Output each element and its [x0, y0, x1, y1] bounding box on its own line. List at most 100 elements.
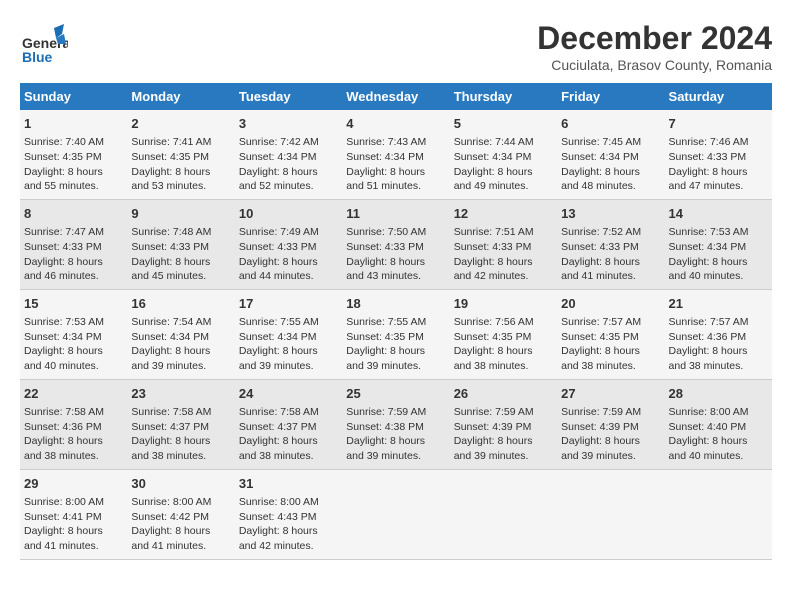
- calendar-cell: 28 Sunrise: 8:00 AMSunset: 4:40 PMDayligh…: [665, 379, 772, 469]
- cell-info: Sunset: 4:34 PM: [346, 150, 445, 165]
- cell-info: and 52 minutes.: [239, 179, 338, 194]
- cell-info: Sunrise: 7:52 AM: [561, 225, 660, 240]
- cell-info: and 38 minutes.: [131, 449, 230, 464]
- cell-info: Sunset: 4:38 PM: [346, 420, 445, 435]
- cell-info: Sunset: 4:41 PM: [24, 510, 123, 525]
- cell-info: and 39 minutes.: [561, 449, 660, 464]
- cell-info: Sunrise: 8:00 AM: [24, 495, 123, 510]
- week-row-3: 15Sunrise: 7:53 AMSunset: 4:34 PMDayligh…: [20, 289, 772, 379]
- page-header: General Blue December 2024 Cuciulata, Br…: [20, 20, 772, 73]
- calendar-cell: [342, 469, 449, 559]
- day-number: 3: [239, 115, 338, 133]
- cell-info: Sunrise: 7:58 AM: [239, 405, 338, 420]
- calendar-cell: 10Sunrise: 7:49 AMSunset: 4:33 PMDayligh…: [235, 199, 342, 289]
- cell-info: Sunset: 4:36 PM: [669, 330, 768, 345]
- day-number: 14: [669, 205, 768, 223]
- calendar-cell: 21Sunrise: 7:57 AMSunset: 4:36 PMDayligh…: [665, 289, 772, 379]
- day-number: 16: [131, 295, 230, 313]
- calendar-cell: 5Sunrise: 7:44 AMSunset: 4:34 PMDaylight…: [450, 110, 557, 199]
- day-number: 8: [24, 205, 123, 223]
- day-number: 10: [239, 205, 338, 223]
- cell-info: Sunset: 4:33 PM: [561, 240, 660, 255]
- day-number: 4: [346, 115, 445, 133]
- cell-info: Sunrise: 7:59 AM: [561, 405, 660, 420]
- cell-info: and 45 minutes.: [131, 269, 230, 284]
- calendar-cell: 15Sunrise: 7:53 AMSunset: 4:34 PMDayligh…: [20, 289, 127, 379]
- column-header-sunday: Sunday: [20, 83, 127, 110]
- calendar-cell: 2Sunrise: 7:41 AMSunset: 4:35 PMDaylight…: [127, 110, 234, 199]
- cell-info: Sunrise: 7:55 AM: [346, 315, 445, 330]
- cell-info: and 38 minutes.: [454, 359, 553, 374]
- calendar-cell: 29Sunrise: 8:00 AMSunset: 4:41 PMDayligh…: [20, 469, 127, 559]
- cell-info: Daylight: 8 hours: [669, 434, 768, 449]
- day-number: 31: [239, 475, 338, 493]
- cell-info: Daylight: 8 hours: [454, 255, 553, 270]
- cell-info: and 41 minutes.: [561, 269, 660, 284]
- cell-info: Sunset: 4:37 PM: [131, 420, 230, 435]
- cell-info: Daylight: 8 hours: [669, 255, 768, 270]
- cell-info: Sunrise: 8:00 AM: [131, 495, 230, 510]
- cell-info: Sunset: 4:40 PM: [669, 420, 768, 435]
- cell-info: Daylight: 8 hours: [346, 344, 445, 359]
- cell-info: Sunrise: 7:48 AM: [131, 225, 230, 240]
- cell-info: Sunrise: 7:57 AM: [669, 315, 768, 330]
- day-number: 28: [669, 385, 768, 403]
- cell-info: Sunrise: 7:59 AM: [346, 405, 445, 420]
- calendar-cell: 16Sunrise: 7:54 AMSunset: 4:34 PMDayligh…: [127, 289, 234, 379]
- cell-info: Sunrise: 8:00 AM: [669, 405, 768, 420]
- cell-info: Sunset: 4:39 PM: [561, 420, 660, 435]
- cell-info: Sunrise: 7:42 AM: [239, 135, 338, 150]
- cell-info: and 44 minutes.: [239, 269, 338, 284]
- cell-info: Daylight: 8 hours: [669, 344, 768, 359]
- calendar-cell: 23Sunrise: 7:58 AMSunset: 4:37 PMDayligh…: [127, 379, 234, 469]
- calendar-cell: 3Sunrise: 7:42 AMSunset: 4:34 PMDaylight…: [235, 110, 342, 199]
- day-number: 20: [561, 295, 660, 313]
- cell-info: Sunrise: 7:51 AM: [454, 225, 553, 240]
- cell-info: Daylight: 8 hours: [24, 165, 123, 180]
- column-header-saturday: Saturday: [665, 83, 772, 110]
- column-header-wednesday: Wednesday: [342, 83, 449, 110]
- calendar-cell: 12Sunrise: 7:51 AMSunset: 4:33 PMDayligh…: [450, 199, 557, 289]
- cell-info: and 39 minutes.: [131, 359, 230, 374]
- calendar-cell: 8Sunrise: 7:47 AMSunset: 4:33 PMDaylight…: [20, 199, 127, 289]
- cell-info: and 39 minutes.: [346, 449, 445, 464]
- cell-info: Sunset: 4:34 PM: [239, 330, 338, 345]
- calendar-cell: 13Sunrise: 7:52 AMSunset: 4:33 PMDayligh…: [557, 199, 664, 289]
- cell-info: and 47 minutes.: [669, 179, 768, 194]
- cell-info: Sunrise: 8:00 AM: [239, 495, 338, 510]
- cell-info: Daylight: 8 hours: [131, 165, 230, 180]
- cell-info: Sunrise: 7:53 AM: [24, 315, 123, 330]
- calendar-cell: 19Sunrise: 7:56 AMSunset: 4:35 PMDayligh…: [450, 289, 557, 379]
- cell-info: Sunset: 4:35 PM: [346, 330, 445, 345]
- cell-info: and 38 minutes.: [561, 359, 660, 374]
- cell-info: Sunset: 4:37 PM: [239, 420, 338, 435]
- cell-info: Sunrise: 7:55 AM: [239, 315, 338, 330]
- cell-info: Daylight: 8 hours: [24, 255, 123, 270]
- calendar-cell: 22Sunrise: 7:58 AMSunset: 4:36 PMDayligh…: [20, 379, 127, 469]
- cell-info: and 40 minutes.: [669, 449, 768, 464]
- day-number: 17: [239, 295, 338, 313]
- cell-info: Daylight: 8 hours: [239, 524, 338, 539]
- cell-info: Sunset: 4:35 PM: [454, 330, 553, 345]
- logo-icon: General Blue: [20, 20, 68, 73]
- day-number: 7: [669, 115, 768, 133]
- cell-info: Sunset: 4:36 PM: [24, 420, 123, 435]
- day-number: 2: [131, 115, 230, 133]
- cell-info: and 43 minutes.: [346, 269, 445, 284]
- day-number: 1: [24, 115, 123, 133]
- cell-info: Sunset: 4:33 PM: [131, 240, 230, 255]
- main-title: December 2024: [537, 20, 772, 57]
- calendar-table: SundayMondayTuesdayWednesdayThursdayFrid…: [20, 83, 772, 560]
- cell-info: Sunset: 4:35 PM: [131, 150, 230, 165]
- cell-info: Sunrise: 7:49 AM: [239, 225, 338, 240]
- calendar-cell: 30Sunrise: 8:00 AMSunset: 4:42 PMDayligh…: [127, 469, 234, 559]
- header-row: SundayMondayTuesdayWednesdayThursdayFrid…: [20, 83, 772, 110]
- cell-info: Daylight: 8 hours: [454, 165, 553, 180]
- calendar-cell: 26Sunrise: 7:59 AMSunset: 4:39 PMDayligh…: [450, 379, 557, 469]
- cell-info: Sunrise: 7:57 AM: [561, 315, 660, 330]
- cell-info: Daylight: 8 hours: [131, 524, 230, 539]
- cell-info: Sunset: 4:33 PM: [346, 240, 445, 255]
- cell-info: Sunset: 4:34 PM: [454, 150, 553, 165]
- day-number: 9: [131, 205, 230, 223]
- cell-info: Daylight: 8 hours: [454, 344, 553, 359]
